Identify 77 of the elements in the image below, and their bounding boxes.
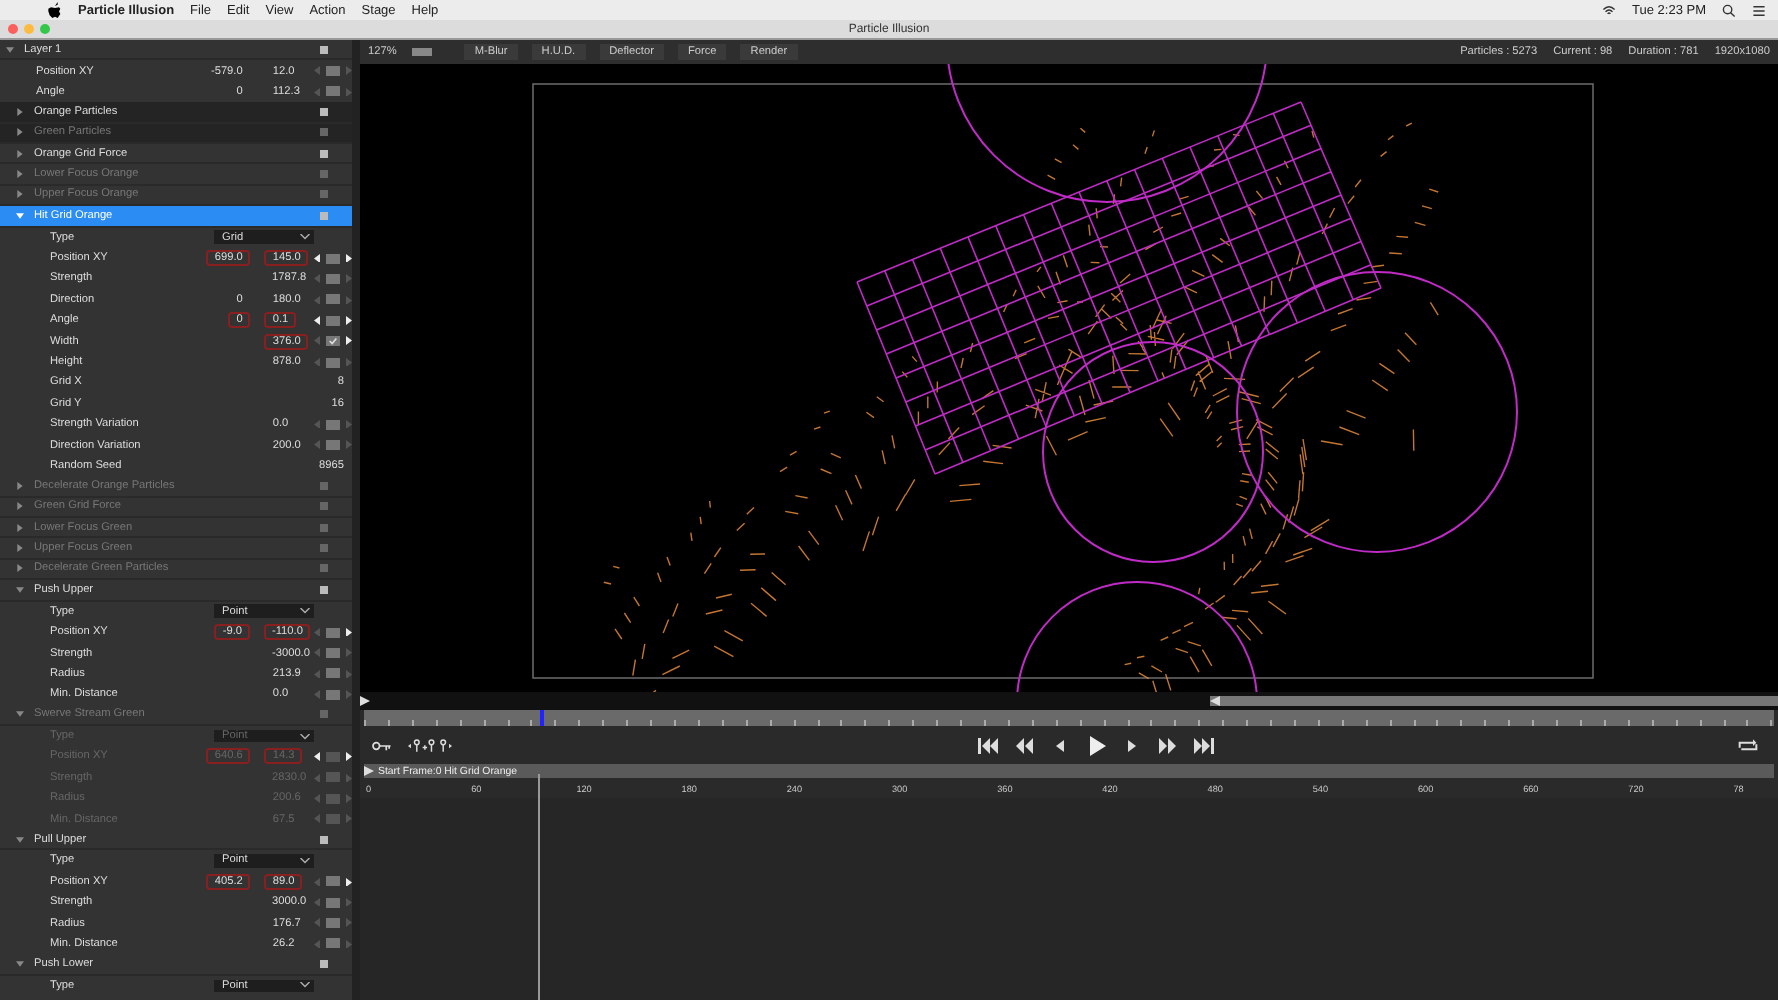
keyframe-checkbox[interactable]	[325, 689, 340, 700]
rewind-icon[interactable]	[1013, 737, 1033, 753]
previous-key-icon[interactable]	[313, 316, 320, 326]
chevron-icon[interactable]	[300, 733, 310, 740]
disclosure-icon[interactable]	[16, 564, 24, 573]
disclosure-icon[interactable]	[16, 107, 24, 116]
search-icon[interactable]	[1722, 3, 1736, 17]
disclosure-icon[interactable]	[6, 45, 14, 54]
keyframe-checkbox[interactable]	[325, 440, 340, 451]
disclosure-icon[interactable]	[16, 170, 24, 179]
keyframe-checkbox[interactable]	[325, 938, 340, 949]
keyframe-tools-icon[interactable]	[408, 737, 452, 753]
previous-key-icon[interactable]	[313, 253, 320, 263]
keyframe-checkbox[interactable]	[326, 897, 340, 908]
keyframe-checkbox[interactable]	[325, 876, 340, 887]
menu-icon[interactable]	[320, 149, 328, 158]
skip-to-end-icon[interactable]	[1193, 737, 1213, 753]
playhead-line[interactable]	[537, 774, 540, 1000]
next-key-icon[interactable]	[346, 627, 352, 637]
previous-key-icon[interactable]	[313, 752, 320, 762]
disclosure-icon[interactable]	[16, 481, 24, 490]
next-key-icon[interactable]	[345, 336, 352, 346]
chevron-icon[interactable]	[300, 608, 310, 615]
keyframe-checkbox[interactable]	[325, 253, 340, 264]
disclosure-icon[interactable]	[16, 128, 24, 137]
keyframe-checkbox[interactable]	[325, 315, 340, 326]
chevron-icon[interactable]	[300, 857, 310, 864]
keyframe-checkbox[interactable]	[326, 66, 340, 77]
zoom-button[interactable]	[40, 24, 50, 34]
next-key-icon[interactable]	[345, 316, 352, 326]
disclosure-icon[interactable]	[16, 544, 24, 553]
disclosure-icon[interactable]	[16, 211, 24, 220]
disclosure-icon[interactable]	[16, 585, 24, 594]
wifi-icon[interactable]	[1602, 3, 1617, 17]
next-key-icon[interactable]	[345, 253, 352, 263]
keyframe-checkbox[interactable]	[326, 627, 340, 638]
keyframe-checkbox[interactable]	[325, 336, 340, 347]
loop-icon[interactable]	[1738, 737, 1758, 753]
keyframe-checkbox[interactable]	[325, 668, 340, 679]
in-point-icon[interactable]	[360, 696, 370, 706]
list-icon[interactable]	[1752, 3, 1766, 17]
out-point-icon[interactable]	[1210, 696, 1221, 706]
next-key-icon[interactable]	[345, 877, 352, 887]
disclosure-icon[interactable]	[16, 835, 24, 844]
toggle-icon[interactable]	[412, 48, 433, 56]
disclosure-icon[interactable]	[16, 190, 24, 199]
keyframe-checkbox[interactable]	[325, 918, 340, 929]
keyframe-checkbox[interactable]	[325, 357, 340, 368]
keyframe-checkbox[interactable]	[325, 793, 340, 804]
fast-forward-icon[interactable]	[1157, 737, 1177, 753]
key-icon[interactable]	[372, 737, 392, 753]
menu-icon[interactable]	[320, 835, 328, 844]
disclosure-icon[interactable]	[16, 959, 24, 968]
disclosure-icon[interactable]	[16, 523, 24, 532]
menu-icon[interactable]	[320, 45, 328, 54]
disclosure-icon[interactable]	[16, 502, 24, 511]
work-range-bar[interactable]	[360, 692, 1778, 710]
menu-icon[interactable]	[320, 107, 328, 116]
keyframe-checkbox[interactable]	[325, 294, 340, 305]
keyframe-checkbox[interactable]	[326, 273, 340, 284]
chevron-icon[interactable]	[300, 234, 310, 241]
keyframe-checkbox[interactable]	[325, 419, 340, 430]
chevron-icon[interactable]	[300, 982, 310, 989]
keyframe-checkbox[interactable]	[325, 751, 340, 762]
next-key-icon[interactable]	[345, 752, 352, 762]
keyframe-checkbox[interactable]	[326, 648, 340, 659]
keyframe-checkbox[interactable]	[326, 86, 340, 97]
close-button[interactable]	[8, 24, 18, 34]
skip-to-start-icon[interactable]	[977, 737, 997, 753]
disclosure-icon[interactable]	[16, 149, 24, 158]
menu-icon[interactable]	[320, 959, 328, 968]
apple-icon[interactable]	[48, 2, 62, 18]
play-icon[interactable]	[1085, 735, 1105, 755]
disclosure-icon[interactable]	[16, 710, 24, 719]
keyframe-checkbox[interactable]	[325, 814, 340, 825]
keyframe-checkbox[interactable]	[326, 772, 340, 783]
menu-icon[interactable]	[320, 585, 328, 594]
